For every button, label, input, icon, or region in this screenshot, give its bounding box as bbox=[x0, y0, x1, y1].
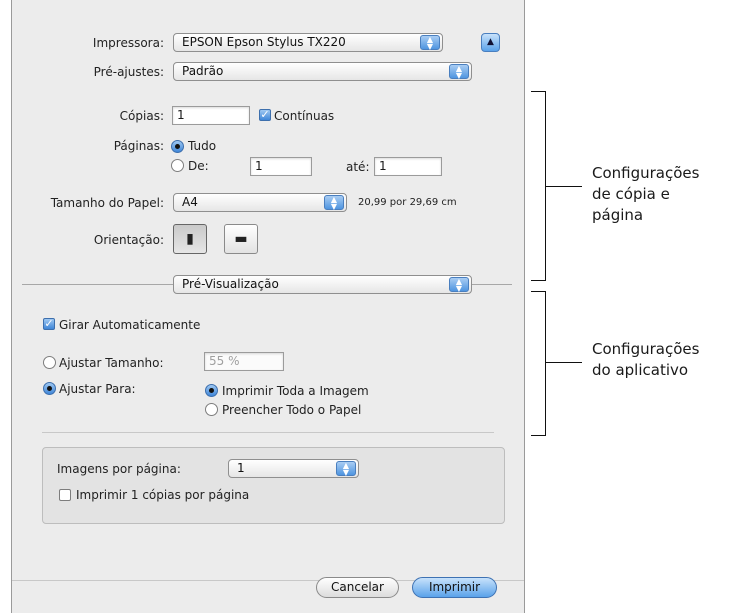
copy-page-callout-line3: página bbox=[592, 206, 644, 224]
orientation-portrait-button[interactable]: ▮ bbox=[173, 224, 207, 254]
copies-label: Cópias: bbox=[119, 109, 164, 123]
application-bracket bbox=[531, 291, 546, 436]
paper-size-value: A4 bbox=[182, 195, 198, 209]
orientation-landscape-button[interactable]: ▬ bbox=[224, 224, 258, 254]
popup-arrows-icon: ▲ ▼ bbox=[449, 64, 469, 80]
copy-page-callout-line1: Configurações bbox=[592, 164, 700, 182]
layout-group-box: Imagens por página: 1 ▲ ▼ Imprimir 1 cópi… bbox=[42, 447, 505, 524]
popup-arrows-icon: ▲ ▼ bbox=[449, 277, 469, 293]
scale-radio[interactable] bbox=[43, 356, 56, 369]
print-dialog: Impressora: EPSON Epson Stylus TX220 ▲ ▼ … bbox=[11, 0, 525, 613]
portrait-person-icon: ▮ bbox=[186, 231, 194, 247]
copies-per-page-label: Imprimir 1 cópias por página bbox=[76, 488, 250, 502]
section-popup-value: Pré-Visualização bbox=[182, 277, 279, 291]
printer-popup[interactable]: EPSON Epson Stylus TX220 ▲ ▼ bbox=[173, 33, 443, 52]
pages-to-field[interactable]: 1 bbox=[374, 157, 442, 176]
collated-label: Contínuas bbox=[274, 109, 335, 123]
application-callout-line2: do aplicativo bbox=[592, 361, 689, 379]
paper-dimensions: 20,99 por 29,69 cm bbox=[358, 197, 457, 208]
copy-page-leader-line bbox=[546, 186, 582, 187]
print-entire-image-label: Imprimir Toda a Imagem bbox=[222, 384, 369, 398]
presets-value: Padrão bbox=[182, 64, 224, 78]
pages-all-radio[interactable] bbox=[171, 140, 184, 153]
section-popup[interactable]: Pré-Visualização ▲ ▼ bbox=[173, 275, 472, 294]
auto-rotate-label: Girar Automaticamente bbox=[59, 318, 201, 332]
collated-checkbox[interactable]: ✓ bbox=[259, 109, 271, 121]
print-button[interactable]: Imprimir bbox=[412, 577, 497, 598]
fit-radio[interactable] bbox=[43, 382, 56, 395]
presets-popup[interactable]: Padrão ▲ ▼ bbox=[173, 62, 472, 81]
fill-entire-paper-label: Preencher Todo o Papel bbox=[222, 403, 362, 417]
collapse-details-button[interactable]: ▲ bbox=[481, 33, 500, 52]
scale-field[interactable]: 55 % bbox=[204, 352, 284, 371]
copy-page-bracket bbox=[531, 91, 546, 281]
pages-label: Páginas: bbox=[113, 139, 164, 153]
images-per-page-label: Imagens por página: bbox=[57, 462, 181, 476]
print-entire-image-radio[interactable] bbox=[205, 384, 218, 397]
copy-page-callout: Configurações de cópia e página bbox=[592, 163, 699, 226]
popup-arrows-icon: ▲ ▼ bbox=[336, 461, 356, 477]
printer-value: EPSON Epson Stylus TX220 bbox=[182, 35, 346, 49]
application-callout: Configurações do aplicativo bbox=[592, 339, 699, 381]
auto-rotate-checkbox[interactable]: ✓ bbox=[43, 318, 55, 330]
options-divider bbox=[42, 432, 494, 433]
pages-all-label: Tudo bbox=[188, 139, 217, 153]
pages-from-field[interactable]: 1 bbox=[250, 157, 312, 176]
fill-entire-paper-radio[interactable] bbox=[205, 403, 218, 416]
triangle-up-icon: ▲ bbox=[487, 37, 494, 47]
fit-label: Ajustar Para: bbox=[59, 382, 136, 396]
pages-to-label: até: bbox=[346, 160, 370, 174]
presets-label: Pré-ajustes: bbox=[93, 65, 164, 79]
cancel-button[interactable]: Cancelar bbox=[316, 577, 399, 598]
pages-from-label: De: bbox=[188, 159, 209, 173]
paper-size-label: Tamanho do Papel: bbox=[50, 196, 164, 210]
popup-arrows-icon: ▲ ▼ bbox=[420, 35, 440, 51]
landscape-person-icon: ▬ bbox=[234, 231, 248, 247]
copy-page-callout-line2: de cópia e bbox=[592, 185, 670, 203]
application-leader-line bbox=[546, 362, 582, 363]
images-per-page-popup[interactable]: 1 ▲ ▼ bbox=[228, 459, 359, 478]
application-callout-line1: Configurações bbox=[592, 340, 700, 358]
copies-per-page-checkbox[interactable] bbox=[59, 489, 71, 501]
copies-field[interactable]: 1 bbox=[172, 106, 250, 125]
printer-label: Impressora: bbox=[92, 36, 164, 50]
orientation-label: Orientação: bbox=[93, 233, 164, 247]
popup-arrows-icon: ▲ ▼ bbox=[324, 195, 344, 211]
images-per-page-value: 1 bbox=[237, 461, 245, 475]
pages-from-radio[interactable] bbox=[171, 159, 184, 172]
paper-size-popup[interactable]: A4 ▲ ▼ bbox=[173, 193, 347, 212]
scale-label: Ajustar Tamanho: bbox=[59, 356, 164, 370]
